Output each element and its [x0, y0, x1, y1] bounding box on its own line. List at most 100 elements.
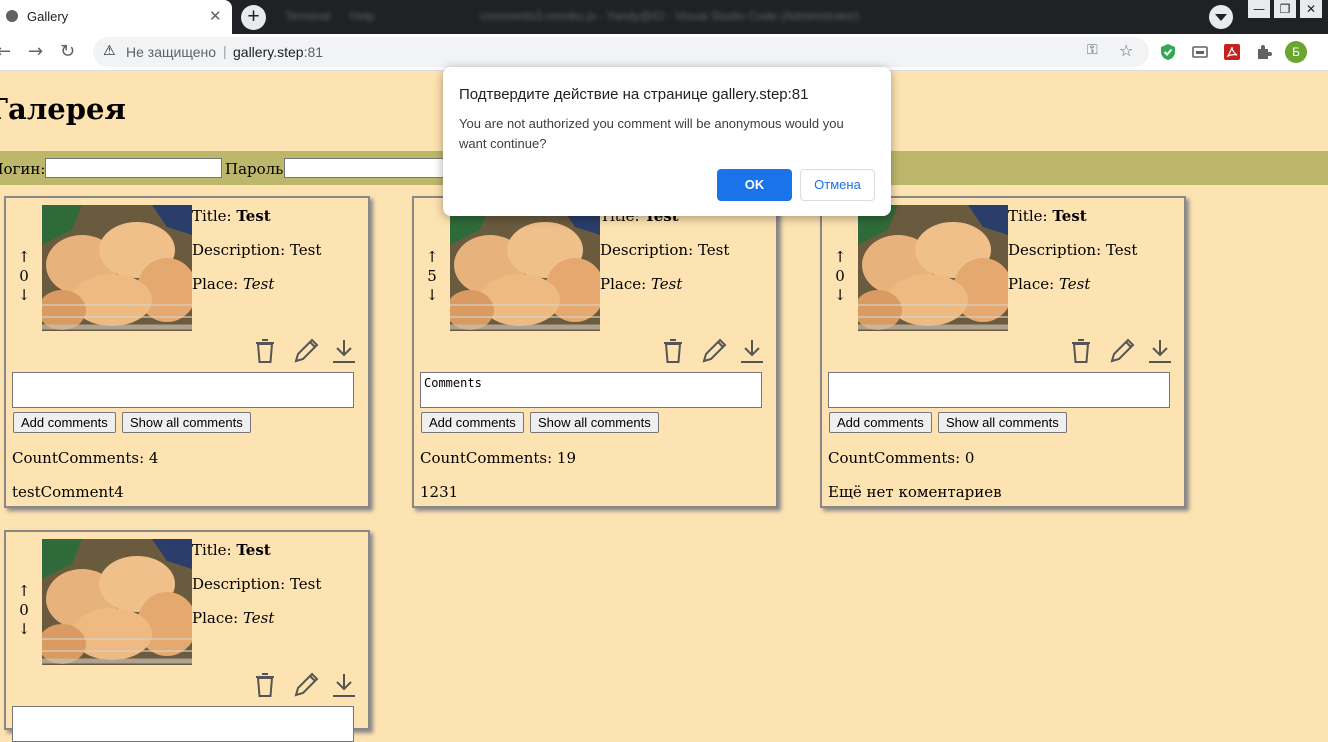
- latest-comment: Ещё нет коментариев: [828, 483, 1002, 501]
- gallery-card: ↑ 0 ↓ Title: Test Description: Test Plac…: [4, 530, 370, 742]
- divider: |: [223, 43, 227, 59]
- shield-extension-icon[interactable]: [1159, 43, 1177, 61]
- delete-icon[interactable]: [662, 338, 684, 364]
- globe-icon: [6, 10, 18, 22]
- comments-count: CountComments: 19: [420, 449, 577, 467]
- warning-icon: ⚠: [103, 43, 116, 59]
- address-bar[interactable]: ⚠ Не защищено | gallery.step:81 ⚿ ☆: [93, 37, 1149, 67]
- close-window-button[interactable]: ✕: [1300, 0, 1322, 18]
- taskbar-item: Help: [350, 9, 375, 23]
- download-icon[interactable]: [332, 672, 356, 698]
- vote-down-icon[interactable]: ↓: [424, 286, 440, 305]
- vote-down-icon[interactable]: ↓: [16, 620, 32, 639]
- vote-down-icon[interactable]: ↓: [832, 286, 848, 305]
- browser-toolbar: ← → ↻ ⚠ Не защищено | gallery.step:81 ⚿ …: [0, 34, 1328, 71]
- profile-avatar[interactable]: Б: [1285, 41, 1307, 63]
- key-icon[interactable]: ⚿: [1087, 42, 1098, 58]
- vote-control: ↑ 0 ↓: [16, 248, 32, 305]
- puzzle-extensions-icon[interactable]: [1255, 43, 1273, 61]
- gallery-card: ↑ 0 ↓ Title: Test Description: Test Plac…: [820, 196, 1186, 508]
- gallery-card: ↑ 5 ↓ Title: Test Description: Test Plac…: [412, 196, 778, 508]
- browser-tab[interactable]: Gallery ✕: [0, 0, 232, 34]
- edit-icon[interactable]: [701, 338, 727, 364]
- add-comments-button[interactable]: Add comments: [13, 412, 116, 433]
- vote-down-icon[interactable]: ↓: [16, 286, 32, 305]
- tab-search-icon[interactable]: [1209, 5, 1233, 29]
- delete-icon[interactable]: [1070, 338, 1092, 364]
- photo-place: Place: Test: [600, 275, 683, 293]
- gallery-photo: [42, 539, 192, 665]
- comment-input[interactable]: [12, 372, 354, 408]
- security-label[interactable]: Не защищено: [126, 44, 216, 60]
- new-tab-button[interactable]: +: [241, 5, 266, 30]
- show-all-comments-button[interactable]: Show all comments: [122, 412, 251, 433]
- gallery-photo: [450, 205, 600, 331]
- gallery-photo: [858, 205, 1008, 331]
- star-icon[interactable]: ☆: [1119, 41, 1133, 60]
- ok-button[interactable]: OK: [717, 169, 792, 201]
- download-icon[interactable]: [1148, 338, 1172, 364]
- edit-icon[interactable]: [293, 338, 319, 364]
- login-label: Логин:: [0, 160, 46, 178]
- minimize-button[interactable]: —: [1248, 0, 1270, 18]
- cast-extension-icon[interactable]: [1191, 43, 1209, 61]
- dialog-message: You are not authorized you comment will …: [459, 116, 844, 151]
- tab-close-icon[interactable]: ✕: [209, 7, 222, 25]
- photo-description: Description: Test: [192, 241, 322, 259]
- page-title: Галерея: [0, 92, 126, 126]
- tab-title: Gallery: [27, 9, 69, 24]
- vote-count: 0: [835, 267, 845, 285]
- photo-description: Description: Test: [192, 575, 322, 593]
- photo-place: Place: Test: [192, 609, 275, 627]
- vote-control: ↑ 0 ↓: [832, 248, 848, 305]
- delete-icon[interactable]: [254, 338, 276, 364]
- url-text[interactable]: gallery.step:81: [233, 44, 323, 60]
- password-input[interactable]: [284, 158, 454, 178]
- reload-icon[interactable]: ↻: [60, 41, 75, 62]
- show-all-comments-button[interactable]: Show all comments: [938, 412, 1067, 433]
- comment-input[interactable]: [12, 706, 354, 742]
- taskbar-item: Terminal: [285, 9, 331, 23]
- photo-description: Description: Test: [1008, 241, 1138, 259]
- dialog-title: Подтвердите действие на странице gallery…: [459, 86, 809, 103]
- comment-input[interactable]: [828, 372, 1170, 408]
- confirm-dialog: Подтвердите действие на странице gallery…: [443, 67, 891, 216]
- delete-icon[interactable]: [254, 672, 276, 698]
- forward-icon[interactable]: →: [28, 41, 43, 62]
- comments-count: CountComments: 0: [828, 449, 975, 467]
- show-all-comments-button[interactable]: Show all comments: [530, 412, 659, 433]
- photo-title: Title: Test: [192, 207, 271, 225]
- comments-count: CountComments: 4: [12, 449, 159, 467]
- pdf-extension-icon[interactable]: [1223, 43, 1241, 61]
- photo-place: Place: Test: [1008, 275, 1091, 293]
- vote-count: 0: [19, 267, 29, 285]
- vote-count: 0: [19, 601, 29, 619]
- login-input[interactable]: [45, 158, 222, 178]
- menu-icon[interactable]: ⋮: [1320, 41, 1328, 62]
- vote-up-icon[interactable]: ↑: [424, 248, 440, 267]
- download-icon[interactable]: [332, 338, 356, 364]
- restore-button[interactable]: ❐: [1274, 0, 1296, 18]
- vote-control: ↑ 5 ↓: [424, 248, 440, 305]
- back-icon[interactable]: ←: [0, 41, 11, 62]
- add-comments-button[interactable]: Add comments: [829, 412, 932, 433]
- edit-icon[interactable]: [293, 672, 319, 698]
- browser-tab-strip: Gallery ✕ + Terminal Help comments3.omni…: [0, 0, 1328, 34]
- vote-count: 5: [427, 267, 437, 285]
- cancel-button[interactable]: Отмена: [800, 169, 875, 201]
- edit-icon[interactable]: [1109, 338, 1135, 364]
- latest-comment: testComment4: [12, 483, 124, 501]
- gallery-card: ↑ 0 ↓ Title: Test Description: Test Plac…: [4, 196, 370, 508]
- photo-place: Place: Test: [192, 275, 275, 293]
- vote-up-icon[interactable]: ↑: [16, 248, 32, 267]
- download-icon[interactable]: [740, 338, 764, 364]
- comment-input[interactable]: Comments: [420, 372, 762, 408]
- add-comments-button[interactable]: Add comments: [421, 412, 524, 433]
- vote-control: ↑ 0 ↓: [16, 582, 32, 639]
- vote-up-icon[interactable]: ↑: [16, 582, 32, 601]
- photo-title: Title: Test: [192, 541, 271, 559]
- vote-up-icon[interactable]: ↑: [832, 248, 848, 267]
- photo-description: Description: Test: [600, 241, 730, 259]
- taskbar-item: comments3.omniko.js - Yandy@IO - Visual …: [480, 9, 859, 23]
- gallery-photo: [42, 205, 192, 331]
